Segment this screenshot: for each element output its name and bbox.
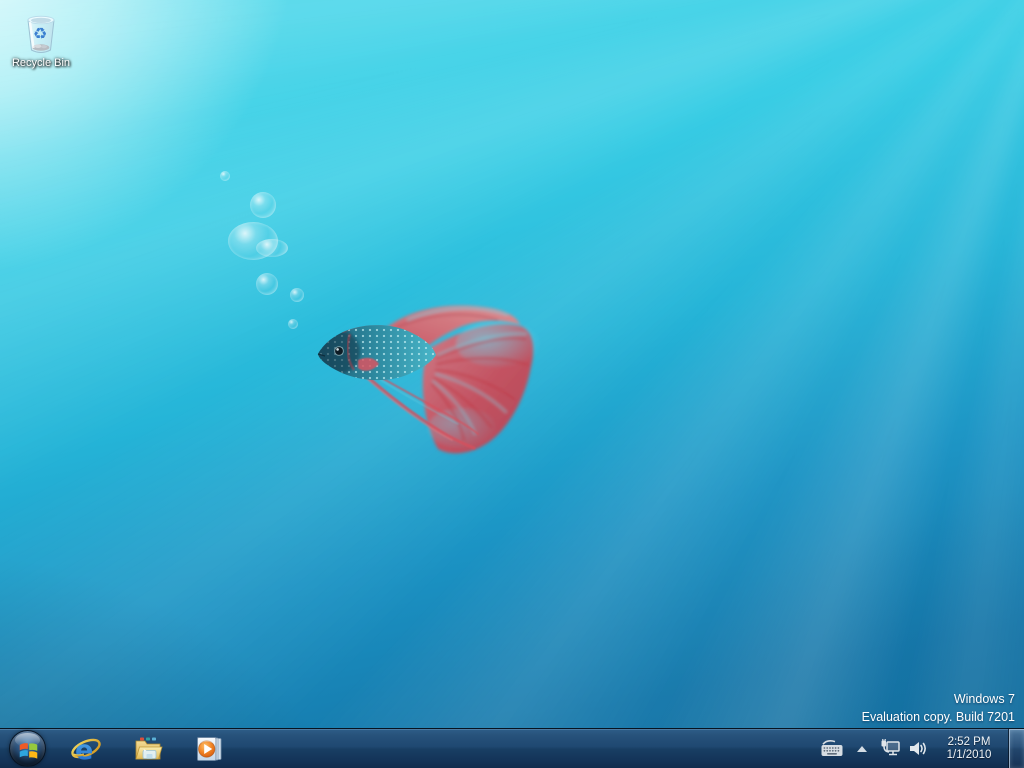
show-desktop-button[interactable] <box>1009 729 1024 768</box>
betta-fish-illustration <box>312 298 552 468</box>
desktop-icon-label: Recycle Bin <box>12 57 70 69</box>
bubble <box>290 288 304 302</box>
media-player-icon <box>194 733 226 765</box>
show-hidden-icons-button[interactable] <box>851 729 873 768</box>
svg-text:♻: ♻ <box>33 24 47 43</box>
taskbar-icon-windows-explorer[interactable] <box>122 730 174 768</box>
watermark-line1: Windows 7 <box>862 690 1015 708</box>
taskbar: e <box>0 728 1024 768</box>
taskbar-clock[interactable]: 2:52 PM 1/1/2010 <box>937 736 1001 762</box>
system-tray: 2:52 PM 1/1/2010 <box>819 729 1024 768</box>
bubble <box>220 171 230 181</box>
taskbar-icon-internet-explorer[interactable]: e <box>60 730 112 768</box>
clock-time: 2:52 PM <box>937 736 1001 749</box>
windows7-desktop: ♻ Recycle Bin Windows 7 Evaluation copy.… <box>0 0 1024 768</box>
bubble <box>288 319 298 329</box>
touch-keyboard-icon[interactable] <box>819 729 845 768</box>
start-button[interactable] <box>9 730 46 767</box>
desktop-wallpaper[interactable]: ♻ Recycle Bin Windows 7 Evaluation copy.… <box>0 0 1024 768</box>
desktop-icon-recycle-bin[interactable]: ♻ Recycle Bin <box>6 8 76 69</box>
bubble <box>256 239 288 257</box>
taskbar-icon-media-player[interactable] <box>184 730 236 768</box>
bubble <box>256 273 278 295</box>
windows-flag-icon <box>10 731 47 768</box>
clock-date: 1/1/2010 <box>937 749 1001 762</box>
chevron-up-icon <box>857 746 867 752</box>
evaluation-watermark: Windows 7 Evaluation copy. Build 7201 <box>862 690 1015 726</box>
recycle-bin-icon: ♻ <box>18 8 64 56</box>
bubble <box>250 192 276 218</box>
watermark-line2: Evaluation copy. Build 7201 <box>862 708 1015 726</box>
taskbar-pinned-apps: e <box>60 729 236 768</box>
volume-icon[interactable] <box>906 729 928 768</box>
svg-text:e: e <box>75 735 93 765</box>
internet-explorer-icon: e <box>70 733 102 765</box>
folder-icon <box>132 733 164 765</box>
network-icon[interactable] <box>879 729 903 768</box>
